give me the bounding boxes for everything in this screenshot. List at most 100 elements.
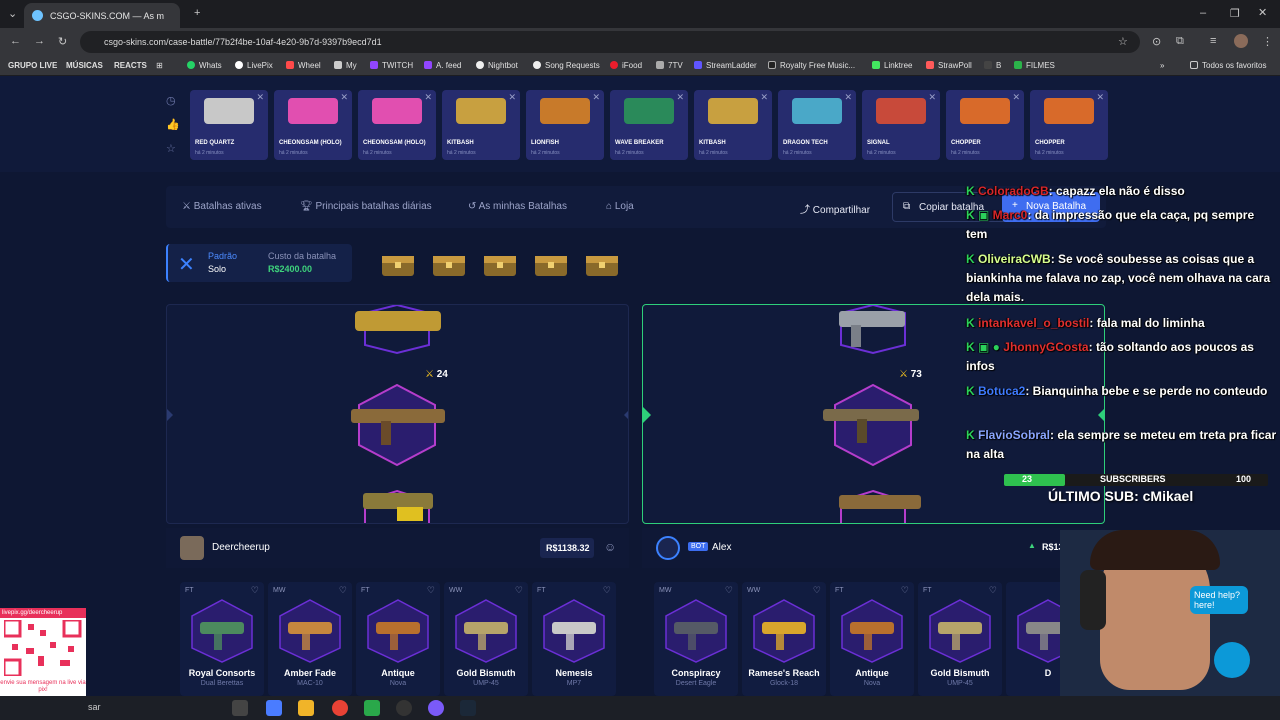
bookmark-song-requests[interactable]: Song Requests xyxy=(533,61,600,70)
case-icon[interactable] xyxy=(531,250,571,278)
favorite-icon[interactable]: ♡ xyxy=(603,585,611,596)
recent-drop-card[interactable]: ✕ CHOPPER há 2 minutos xyxy=(1030,90,1108,160)
favorite-icon[interactable]: ♡ xyxy=(251,585,259,596)
steam-icon[interactable] xyxy=(460,700,476,716)
favorite-icon[interactable]: ♡ xyxy=(901,585,909,596)
case-icon[interactable] xyxy=(480,250,520,278)
app-icon[interactable] xyxy=(364,700,380,716)
favorite-icon[interactable]: ♡ xyxy=(515,585,523,596)
close-icon[interactable]: ✕ xyxy=(844,92,852,103)
recent-drop-card[interactable]: ✕ KITBASH há 2 minutos xyxy=(694,90,772,160)
bookmark-streamladder[interactable]: StreamLadder xyxy=(694,61,757,70)
item-card[interactable]: WW ♡ Gold Bismuth UMP-45 xyxy=(444,582,528,696)
bookmark-musicas[interactable]: MÚSICAS xyxy=(66,61,103,70)
bookmark-whats[interactable]: Whats xyxy=(187,61,222,70)
bookmark-wheel[interactable]: Wheel xyxy=(286,61,321,70)
copilot-icon[interactable] xyxy=(266,700,282,716)
more-icon[interactable]: ⋮ xyxy=(1262,35,1273,48)
obs-icon[interactable] xyxy=(396,700,412,716)
case-icon[interactable] xyxy=(429,250,469,278)
recent-drop-card[interactable]: ✕ DRAGON TECH há 2 minutos xyxy=(778,90,856,160)
share-button[interactable]: ⤴ Compartilhar xyxy=(800,201,870,216)
nav-shop[interactable]: ⌂ Loja xyxy=(606,201,634,212)
case-icon[interactable] xyxy=(582,250,622,278)
case-icon[interactable] xyxy=(378,250,418,278)
extension-icon[interactable]: ⊙ xyxy=(1152,35,1161,48)
favorite-icon[interactable]: ♡ xyxy=(427,585,435,596)
new-tab-icon[interactable]: + xyxy=(194,7,200,19)
bookmark-reacts[interactable]: REACTS xyxy=(114,61,147,70)
close-icon[interactable]: ✕ xyxy=(1012,92,1020,103)
bookmark-7tv[interactable]: 7TV xyxy=(656,61,683,70)
recent-drop-card[interactable]: ✕ KITBASH há 2 minutos xyxy=(442,90,520,160)
item-card[interactable]: MW ♡ Amber Fade MAC-10 xyxy=(268,582,352,696)
help-bubble[interactable]: Need help? here! xyxy=(1190,586,1248,614)
close-icon[interactable]: ✕ xyxy=(508,92,516,103)
file-explorer-icon[interactable] xyxy=(298,700,314,716)
close-icon[interactable]: ✕ xyxy=(340,92,348,103)
puzzle-icon[interactable]: ⧉ xyxy=(1176,35,1184,48)
forward-icon[interactable]: → xyxy=(34,35,45,47)
item-card[interactable]: FT ♡ Gold Bismuth UMP-45 xyxy=(918,582,1002,696)
emoji-icon[interactable]: ☺ xyxy=(604,540,616,554)
bookmark-b[interactable]: B xyxy=(984,61,1001,70)
favorite-icon[interactable]: ♡ xyxy=(725,585,733,596)
chevron-right-icon[interactable]: » xyxy=(1160,61,1164,70)
chat-support-icon[interactable] xyxy=(1214,642,1250,678)
all-bookmarks[interactable]: Todos os favoritos xyxy=(1190,61,1266,70)
back-icon[interactable]: ← xyxy=(10,35,21,47)
bookmark-star-icon[interactable]: ☆ xyxy=(1118,35,1128,48)
nav-top-daily[interactable]: 🏆︎ Principais batalhas diárias xyxy=(300,201,432,212)
recent-drop-card[interactable]: ✕ CHEONGSAM (HOLO) há 2 minutos xyxy=(274,90,352,160)
discord-icon[interactable] xyxy=(428,700,444,716)
favorite-icon[interactable]: ♡ xyxy=(339,585,347,596)
bookmark-royalty[interactable]: Royalty Free Music... xyxy=(768,61,855,70)
close-icon[interactable]: ✕ xyxy=(592,92,600,103)
restore-icon[interactable]: ❐ xyxy=(1230,7,1240,20)
chrome-icon[interactable] xyxy=(332,700,348,716)
bookmark-twitch[interactable]: TWITCH xyxy=(370,61,413,70)
bookmark-strawpoll[interactable]: StrawPoll xyxy=(926,61,972,70)
item-card[interactable]: FT ♡ Nemesis MP7 xyxy=(532,582,616,696)
recent-drop-card[interactable]: ✕ LIONFISH há 2 minutos xyxy=(526,90,604,160)
favorite-icon[interactable]: ♡ xyxy=(813,585,821,596)
close-icon[interactable]: ✕ xyxy=(760,92,768,103)
media-icon[interactable]: ≡ xyxy=(1210,35,1216,47)
recent-drop-card[interactable]: ✕ CHEONGSAM (HOLO) há 2 minutos xyxy=(358,90,436,160)
recent-drop-card[interactable]: ✕ RED QUARTZ há 2 minutos xyxy=(190,90,268,160)
item-card[interactable]: WW ♡ Ramese's Reach Glock-18 xyxy=(742,582,826,696)
profile-avatar[interactable] xyxy=(1234,34,1248,48)
bookmark-grupo-live[interactable]: GRUPO LIVE xyxy=(8,61,57,70)
item-card[interactable]: FT ♡ Royal Consorts Dual Berettas xyxy=(180,582,264,696)
close-window-icon[interactable]: ✕ xyxy=(1258,6,1267,19)
bookmark-afeed[interactable]: A. feed xyxy=(424,61,461,70)
nav-active-battles[interactable]: ⚔ Batalhas ativas xyxy=(182,201,262,212)
taskbar-search[interactable]: sar xyxy=(88,702,101,712)
bookmark-ifood[interactable]: iFood xyxy=(610,61,642,70)
bookmark-filmes[interactable]: FILMES xyxy=(1014,61,1055,70)
recent-drop-card[interactable]: ✕ CHOPPER há 2 minutos xyxy=(946,90,1024,160)
close-icon[interactable]: ✕ xyxy=(256,92,264,103)
reload-icon[interactable]: ↻ xyxy=(58,35,67,48)
thumbs-up-icon[interactable]: 👍 xyxy=(166,118,180,131)
close-icon[interactable]: ✕ xyxy=(424,92,432,103)
browser-tab[interactable]: CSGO-SKINS.COM — As m xyxy=(24,3,180,28)
star-icon[interactable]: ☆ xyxy=(166,142,176,155)
bookmark-nightbot[interactable]: Nightbot xyxy=(476,61,518,70)
task-view-icon[interactable] xyxy=(232,700,248,716)
favorite-icon[interactable]: ♡ xyxy=(989,585,997,596)
close-icon[interactable]: ✕ xyxy=(676,92,684,103)
nav-my-battles[interactable]: ↺ As minhas Batalhas xyxy=(468,201,567,212)
close-icon[interactable]: ✕ xyxy=(928,92,936,103)
url-field[interactable]: csgo-skins.com/case-battle/77b2f4be-10af… xyxy=(80,31,1140,53)
minimize-icon[interactable]: – xyxy=(1200,7,1206,19)
recent-drop-card[interactable]: ✕ WAVE BREAKER há 2 minutos xyxy=(610,90,688,160)
bookmark-linktree[interactable]: Linktree xyxy=(872,61,912,70)
clock-icon[interactable]: ◷ xyxy=(166,94,176,107)
item-card[interactable]: FT ♡ Antique Nova xyxy=(356,582,440,696)
tab-menu-icon[interactable]: ⌄ xyxy=(8,7,17,20)
item-card[interactable]: MW ♡ Conspiracy Desert Eagle xyxy=(654,582,738,696)
item-card[interactable]: FT ♡ Antique Nova xyxy=(830,582,914,696)
close-icon[interactable]: ✕ xyxy=(1096,92,1104,103)
bookmark-my[interactable]: My xyxy=(334,61,357,70)
